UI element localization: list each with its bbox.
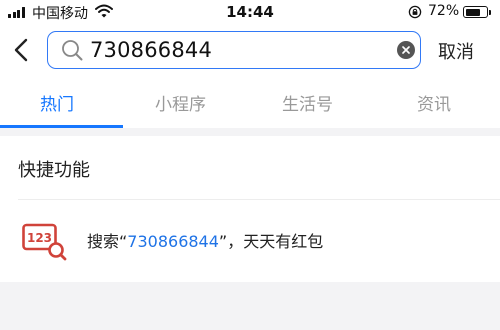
section-title: 快捷功能 [18, 160, 90, 181]
tab-hot[interactable]: 热门 [40, 90, 74, 115]
quick-function-item[interactable]: 123 搜索“730866844”，天天有红包 [0, 200, 500, 280]
number-icon-text: 123 [27, 231, 52, 245]
tab-bar: 热门 小程序 生活号 资讯 [0, 84, 500, 128]
quick-text-suffix: ”，天天有红包 [218, 232, 324, 251]
status-bar: 中国移动 14:44 72% [0, 0, 500, 24]
battery-tip [489, 10, 491, 15]
battery-percent: 72% [428, 3, 460, 19]
quick-text-keyword: 730866844 [127, 232, 219, 251]
battery-level [465, 8, 480, 16]
search-icon [62, 40, 83, 61]
status-time: 14:44 [226, 3, 274, 21]
battery-icon [463, 6, 488, 18]
number-search-icon: 123 [22, 223, 67, 261]
tab-news[interactable]: 资讯 [417, 90, 451, 115]
tab-mini-programs[interactable]: 小程序 [155, 90, 206, 115]
cancel-button[interactable]: 取消 [438, 38, 474, 64]
quick-text-prefix: 搜索“ [87, 232, 128, 251]
search-input[interactable] [90, 35, 380, 65]
tab-life-accounts[interactable]: 生活号 [282, 90, 333, 115]
back-arrow-icon[interactable] [10, 36, 34, 64]
search-box[interactable] [47, 31, 421, 69]
rotation-lock-icon [408, 5, 422, 19]
clear-icon[interactable] [397, 41, 415, 59]
empty-background [0, 282, 500, 330]
quick-function-text: 搜索“730866844”，天天有红包 [87, 228, 323, 252]
tabs-divider [0, 128, 500, 136]
